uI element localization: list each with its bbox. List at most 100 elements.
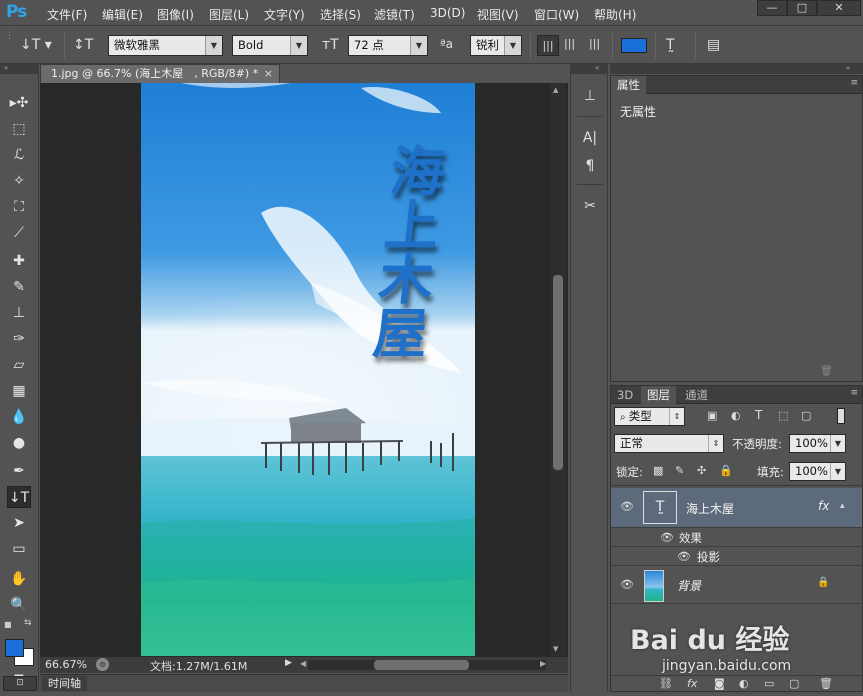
align-center-icon[interactable]: ||| (564, 37, 575, 50)
lock-transparency-icon[interactable]: ▩ (653, 464, 663, 477)
horizontal-scrollbar[interactable] (308, 660, 546, 670)
close-tab-icon[interactable]: × (264, 65, 273, 83)
scroll-down-icon[interactable]: ▼ (553, 645, 558, 653)
tools-icon[interactable]: ✂ (577, 194, 603, 218)
layer-row-text[interactable]: 👁 𝖳̰ 海上木屋 fx ▴ (611, 488, 862, 528)
tab-channels[interactable]: 通道 (679, 386, 714, 404)
opacity-field[interactable]: 100% ▼ (789, 434, 846, 453)
panel-menu-icon[interactable]: ≡ (850, 388, 858, 398)
layer-filter-dropdown[interactable]: ⌕ 类型 ⇕ (614, 407, 685, 426)
character-panel-icon[interactable]: ▤ (707, 37, 720, 53)
eraser-tool-icon[interactable]: ▱ (7, 354, 31, 376)
scroll-left-icon[interactable]: ◀ (300, 659, 306, 668)
layer-lock-icon[interactable]: 🔒 (817, 577, 829, 588)
filter-type-icon[interactable]: T (755, 408, 762, 422)
align-right-icon[interactable]: ||| (589, 37, 600, 50)
delete-icon[interactable]: 🗑 (820, 366, 833, 377)
dodge-tool-icon[interactable]: ● (7, 432, 31, 454)
share-icon[interactable]: ⊚ (96, 658, 109, 671)
filter-pixel-icon[interactable]: ▣ (707, 409, 717, 422)
tab-3d[interactable]: 3D (611, 386, 639, 404)
visibility-eye-icon[interactable]: 👁 (620, 578, 634, 591)
document-tab[interactable]: 1.jpg @ 66.7% (海上木屋 , RGB/8#) * × (40, 64, 280, 83)
hand-tool-icon[interactable]: ✋ (7, 568, 31, 590)
zoom-level[interactable]: 66.67% (45, 658, 87, 671)
healing-brush-tool-icon[interactable]: ✚ (7, 250, 31, 272)
menu-help[interactable]: 帮助(H) (594, 6, 636, 23)
menu-edit[interactable]: 编辑(E) (102, 6, 143, 23)
filter-adjustment-icon[interactable]: ◐ (731, 409, 741, 422)
font-family-dropdown[interactable]: 微软雅黑 ▼ (108, 35, 223, 56)
swap-colors-icon[interactable]: ⇆ (24, 618, 32, 628)
history-brush-tool-icon[interactable]: ✑ (7, 328, 31, 350)
status-menu-arrow-icon[interactable]: ▶ (285, 658, 292, 668)
antialias-dropdown[interactable]: 锐利 ▼ (470, 35, 522, 56)
align-left-icon[interactable]: ||| (537, 35, 559, 56)
menu-filter[interactable]: 滤镜(T) (374, 6, 415, 23)
visibility-eye-icon[interactable]: 👁 (620, 500, 634, 513)
type-tool-icon[interactable]: ↓T (7, 486, 31, 508)
blend-mode-dropdown[interactable]: 正常 ⇕ (614, 434, 724, 453)
lasso-tool-icon[interactable]: ℒ (7, 144, 31, 166)
marquee-tool-icon[interactable]: ⬚ (7, 118, 31, 140)
font-style-dropdown[interactable]: Bold ▼ (232, 35, 308, 56)
tab-layers[interactable]: 图层 (641, 386, 676, 404)
menu-type[interactable]: 文字(Y) (264, 6, 305, 23)
horizontal-scroll-thumb[interactable] (374, 660, 469, 670)
font-size-dropdown[interactable]: 72 点 ▼ (348, 35, 428, 56)
path-selection-tool-icon[interactable]: ➤ (7, 512, 31, 534)
filter-toggle-icon[interactable] (837, 408, 845, 424)
close-window-button[interactable]: ✕ (817, 0, 861, 16)
tab-properties[interactable]: 属性 (611, 76, 646, 94)
effects-row[interactable]: 👁 效果 (611, 528, 862, 547)
dock-collapse-icon[interactable]: « (571, 64, 608, 74)
layer-name[interactable]: 背景 (677, 577, 701, 594)
default-colors-icon[interactable]: ■ (4, 620, 12, 629)
vertical-scroll-thumb[interactable] (553, 275, 563, 470)
minimize-button[interactable]: — (757, 0, 787, 16)
zoom-tool-icon[interactable]: 🔍 (7, 594, 31, 616)
menu-layer[interactable]: 图层(L) (209, 6, 249, 23)
lock-pixels-icon[interactable]: ✎ (675, 464, 684, 477)
move-tool-icon[interactable]: ▸✣ (7, 92, 31, 114)
paragraph-icon[interactable]: ¶ (577, 154, 603, 178)
scroll-up-icon[interactable]: ▲ (553, 86, 558, 94)
collapse-effects-icon[interactable]: ▴ (840, 501, 845, 511)
text-orientation-icon[interactable]: ↕T (73, 37, 93, 53)
clone-stamp-tool-icon[interactable]: ⊥ (7, 302, 31, 324)
stamp-icon[interactable]: ⊥ (577, 84, 603, 108)
magic-wand-tool-icon[interactable]: ✧ (7, 170, 31, 192)
filter-shape-icon[interactable]: ⬚ (778, 409, 788, 422)
panel-menu-icon[interactable]: ≡ (850, 78, 858, 88)
mini-panel-icon[interactable]: ⊡ (3, 676, 37, 691)
type-tool-preset-icon[interactable]: ↓T ▾ (20, 37, 52, 53)
brush-tool-icon[interactable]: ✎ (7, 276, 31, 298)
rectangle-tool-icon[interactable]: ▭ (7, 538, 31, 560)
document-canvas[interactable]: 海上木屋 (141, 83, 475, 656)
gradient-tool-icon[interactable]: ▦ (7, 380, 31, 402)
restore-button[interactable]: □ (787, 0, 817, 16)
filter-smartobject-icon[interactable]: ▢ (801, 409, 811, 422)
eyedropper-tool-icon[interactable]: ⟋ (7, 222, 31, 244)
menu-image[interactable]: 图像(I) (157, 6, 194, 23)
menu-view[interactable]: 视图(V) (477, 6, 519, 23)
foreground-color-swatch[interactable] (5, 639, 24, 657)
lock-all-icon[interactable]: 🔒 (719, 464, 733, 477)
menu-window[interactable]: 窗口(W) (534, 6, 579, 23)
right-dock-collapse-icon[interactable]: » (610, 64, 863, 74)
drop-shadow-row[interactable]: 👁 投影 (611, 547, 862, 566)
blur-tool-icon[interactable]: 💧 (7, 406, 31, 428)
menu-3d[interactable]: 3D(D) (430, 6, 465, 20)
layer-effects-icon[interactable]: fx (818, 499, 829, 513)
warp-text-icon[interactable]: 𝖳̰ (666, 37, 675, 53)
text-color-swatch[interactable] (621, 38, 647, 53)
layer-name[interactable]: 海上木屋 (686, 500, 734, 517)
lock-position-icon[interactable]: ✣ (697, 464, 706, 477)
fill-field[interactable]: 100% ▼ (789, 462, 846, 481)
drop-shadow-visibility-icon[interactable]: 👁 (677, 550, 691, 563)
scroll-right-icon[interactable]: ▶ (540, 659, 546, 668)
toolbox-collapse-icon[interactable]: » (0, 64, 39, 74)
menu-select[interactable]: 选择(S) (320, 6, 361, 23)
timeline-tab[interactable]: 时间轴 (42, 676, 87, 691)
menu-file[interactable]: 文件(F) (47, 6, 87, 23)
